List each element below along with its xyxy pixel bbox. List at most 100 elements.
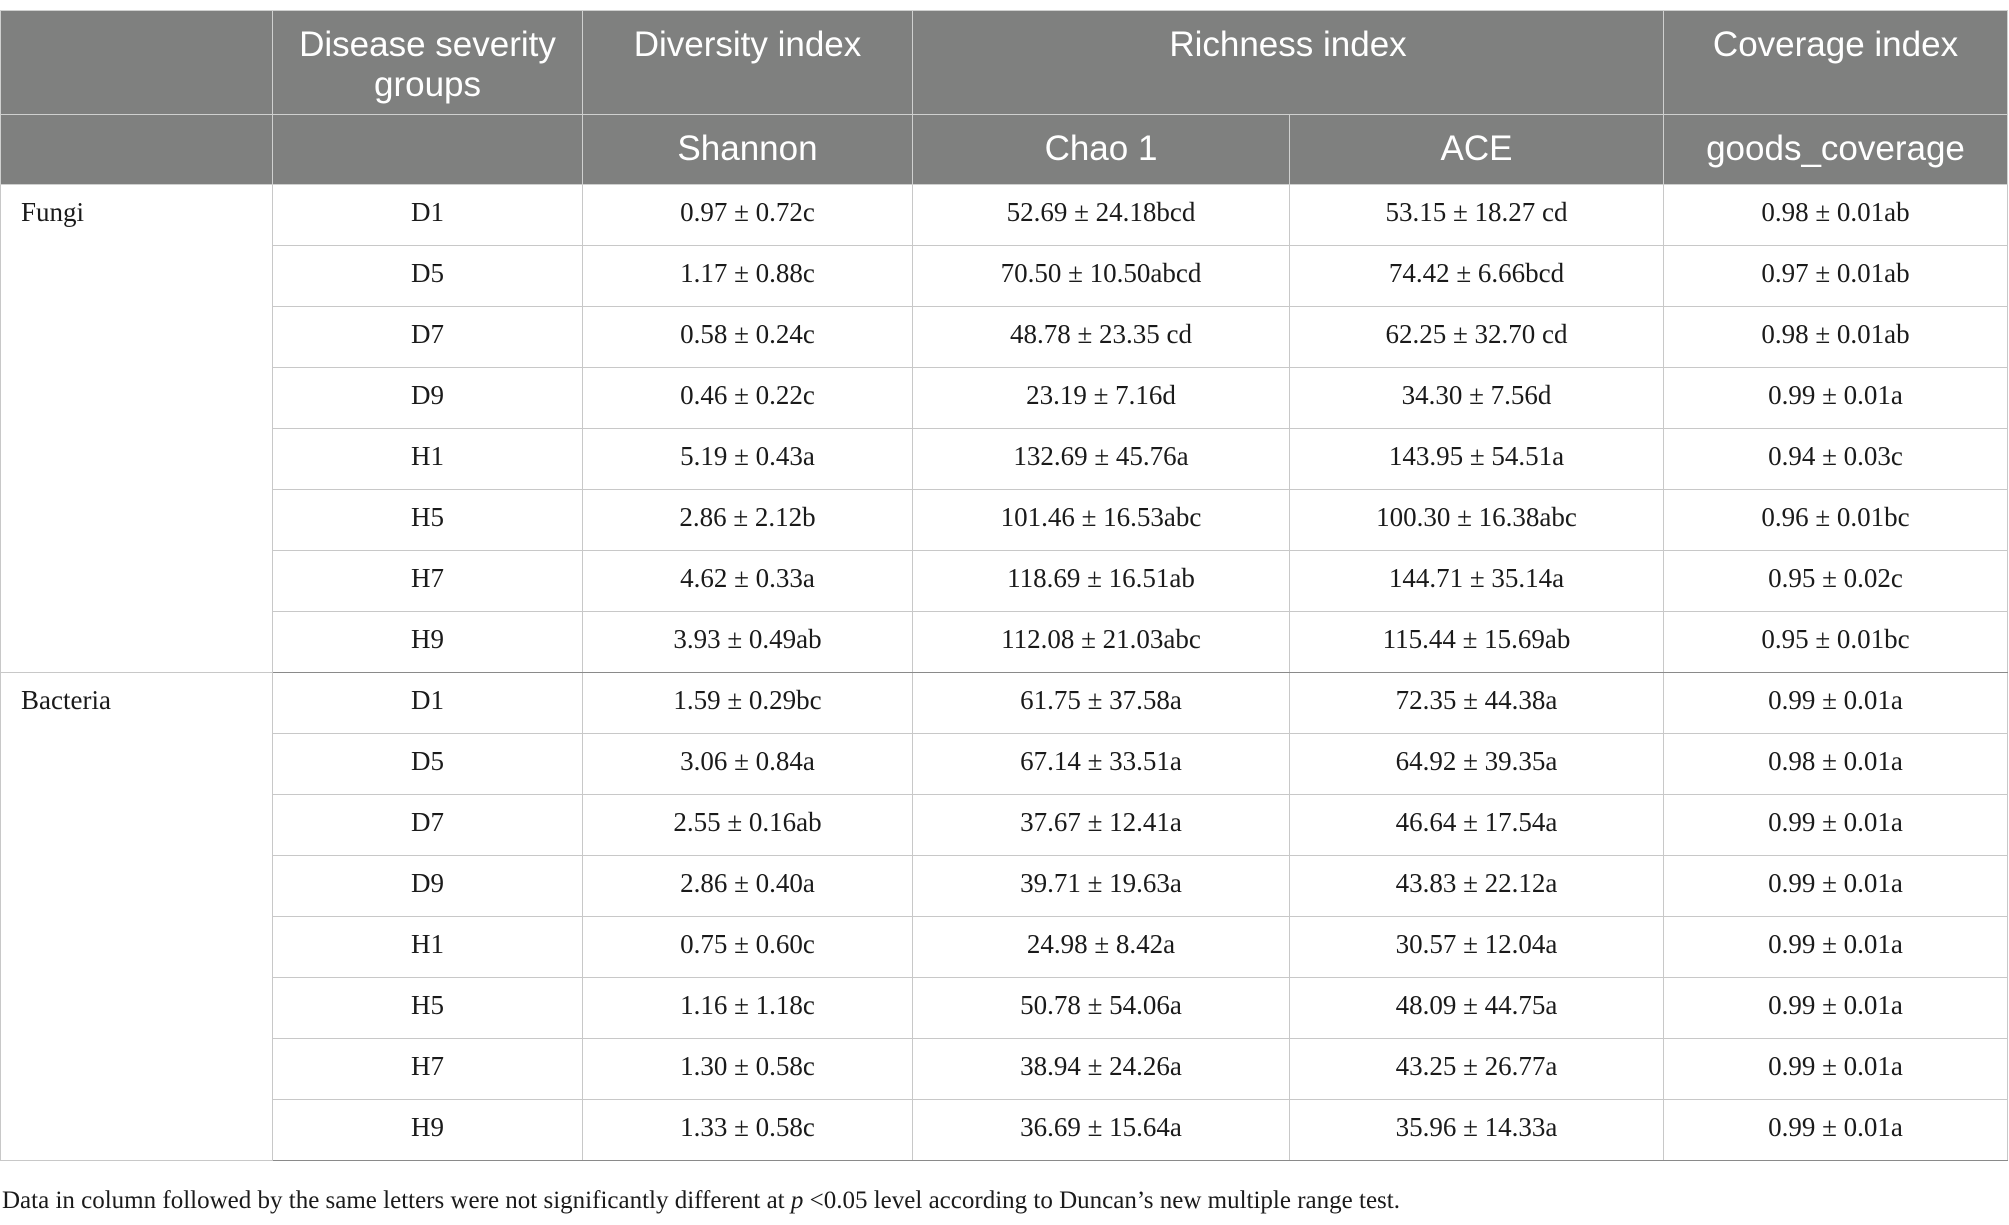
- diversity-table: Disease severity groups Diversity index …: [0, 10, 2008, 1161]
- ace-cell: 46.64 ± 17.54a: [1289, 794, 1664, 856]
- shannon-cell: 1.33 ± 0.58c: [582, 1099, 913, 1161]
- ace-cell: 53.15 ± 18.27 cd: [1289, 184, 1664, 246]
- goods-cell: 0.99 ± 0.01a: [1663, 672, 2008, 734]
- goods-cell: 0.99 ± 0.01a: [1663, 977, 2008, 1039]
- shannon-cell: 0.58 ± 0.24c: [582, 306, 913, 368]
- chao1-cell: 48.78 ± 23.35 cd: [912, 306, 1290, 368]
- ace-cell: 43.25 ± 26.77a: [1289, 1038, 1664, 1100]
- ace-cell: 43.83 ± 22.12a: [1289, 855, 1664, 917]
- shannon-cell: 2.86 ± 0.40a: [582, 855, 913, 917]
- subheader-goods-coverage: goods_coverage: [1663, 114, 2008, 185]
- shannon-cell: 2.55 ± 0.16ab: [582, 794, 913, 856]
- subheader-shannon: Shannon: [582, 114, 913, 185]
- table-row: D7 2.55 ± 0.16ab 37.67 ± 12.41a 46.64 ± 17.…: [1, 794, 2008, 856]
- goods-cell: 0.99 ± 0.01a: [1663, 1038, 2008, 1100]
- goods-cell: 0.99 ± 0.01a: [1663, 1099, 2008, 1161]
- chao1-cell: 101.46 ± 16.53abc: [912, 489, 1290, 551]
- chao1-cell: 132.69 ± 45.76a: [912, 428, 1290, 490]
- goods-cell: 0.99 ± 0.01a: [1663, 916, 2008, 978]
- table-row: H5 1.16 ± 1.18c 50.78 ± 54.06a 48.09 ± 44.7…: [1, 977, 2008, 1039]
- ace-cell: 143.95 ± 54.51a: [1289, 428, 1664, 490]
- ace-cell: 72.35 ± 44.38a: [1289, 672, 1664, 734]
- table-footnote: Data in column followed by the same lett…: [2, 1187, 1400, 1215]
- group-cell: D7: [272, 306, 583, 368]
- shannon-cell: 0.75 ± 0.60c: [582, 916, 913, 978]
- table-row: Bacteria D1 1.59 ± 0.29bc 61.75 ± 37.58a 72.…: [0, 672, 2008, 1161]
- group-cell: H1: [272, 916, 583, 978]
- group-cell: H7: [272, 550, 583, 612]
- ace-cell: 48.09 ± 44.75a: [1289, 977, 1664, 1039]
- table-row: H1 0.75 ± 0.60c 24.98 ± 8.42a 30.57 ± 12.04…: [1, 916, 2008, 978]
- footnote-text-before: Data in column followed by the same lett…: [2, 1187, 791, 1214]
- footnote-text-after: <0.05 level according to Duncan’s new mu…: [803, 1187, 1400, 1214]
- chao1-cell: 67.14 ± 33.51a: [912, 733, 1290, 795]
- header-row-2: Shannon Chao 1 ACE goods_coverage: [0, 114, 2008, 185]
- ace-cell: 62.25 ± 32.70 cd: [1289, 306, 1664, 368]
- goods-cell: 0.96 ± 0.01bc: [1663, 489, 2008, 551]
- chao1-cell: 23.19 ± 7.16d: [912, 367, 1290, 429]
- table-row: D5 1.17 ± 0.88c 70.50 ± 10.50abcd 74.42 ± 6…: [1, 245, 2008, 307]
- ace-cell: 115.44 ± 15.69ab: [1289, 611, 1664, 673]
- goods-cell: 0.99 ± 0.01a: [1663, 367, 2008, 429]
- header-richness: Richness index: [912, 10, 1664, 115]
- shannon-cell: 3.06 ± 0.84a: [582, 733, 913, 795]
- group-cell: H9: [272, 611, 583, 673]
- shannon-cell: 0.97 ± 0.72c: [582, 184, 913, 246]
- chao1-cell: 36.69 ± 15.64a: [912, 1099, 1290, 1161]
- goods-cell: 0.95 ± 0.01bc: [1663, 611, 2008, 673]
- chao1-cell: 70.50 ± 10.50abcd: [912, 245, 1290, 307]
- category-cell: Fungi: [0, 184, 273, 673]
- header-coverage: Coverage index: [1663, 10, 2008, 115]
- table-row: H7 1.30 ± 0.58c 38.94 ± 24.26a 43.25 ± 26.7…: [1, 1038, 2008, 1100]
- table-row: D9 2.86 ± 0.40a 39.71 ± 19.63a 43.83 ± 22.1…: [1, 855, 2008, 917]
- group-cell: H9: [272, 1099, 583, 1161]
- shannon-cell: 4.62 ± 0.33a: [582, 550, 913, 612]
- goods-cell: 0.97 ± 0.01ab: [1663, 245, 2008, 307]
- table-row: H7 4.62 ± 0.33a 118.69 ± 16.51ab 144.71 ± 3…: [1, 550, 2008, 612]
- chao1-cell: 24.98 ± 8.42a: [912, 916, 1290, 978]
- shannon-cell: 1.17 ± 0.88c: [582, 245, 913, 307]
- subheader-ace: ACE: [1289, 114, 1664, 185]
- shannon-cell: 1.30 ± 0.58c: [582, 1038, 913, 1100]
- ace-cell: 35.96 ± 14.33a: [1289, 1099, 1664, 1161]
- group-cell: H7: [272, 1038, 583, 1100]
- goods-cell: 0.99 ± 0.01a: [1663, 794, 2008, 856]
- chao1-cell: 38.94 ± 24.26a: [912, 1038, 1290, 1100]
- group-cell: H1: [272, 428, 583, 490]
- table-row: H1 5.19 ± 0.43a 132.69 ± 45.76a 143.95 ± 54…: [1, 428, 2008, 490]
- table-row: D5 3.06 ± 0.84a 67.14 ± 33.51a 64.92 ± 39.3…: [1, 733, 2008, 795]
- goods-cell: 0.94 ± 0.03c: [1663, 428, 2008, 490]
- shannon-cell: 2.86 ± 2.12b: [582, 489, 913, 551]
- subheader-blank-groups: [272, 114, 583, 185]
- table-row: H5 2.86 ± 2.12b 101.46 ± 16.53abc 100.30 ± …: [1, 489, 2008, 551]
- table-row: Fungi D1 0.97 ± 0.72c 52.69 ± 24.18bcd 53.15…: [0, 184, 2008, 673]
- group-cell: D5: [272, 245, 583, 307]
- subheader-chao1: Chao 1: [912, 114, 1290, 185]
- ace-cell: 30.57 ± 12.04a: [1289, 916, 1664, 978]
- header-row-1: Disease severity groups Diversity index …: [0, 10, 2008, 115]
- group-cell: D7: [272, 794, 583, 856]
- table-body: Fungi D1 0.97 ± 0.72c 52.69 ± 24.18bcd 53.15…: [0, 184, 2008, 1161]
- goods-cell: 0.95 ± 0.02c: [1663, 550, 2008, 612]
- ace-cell: 144.71 ± 35.14a: [1289, 550, 1664, 612]
- group-cell: H5: [272, 489, 583, 551]
- shannon-cell: 3.93 ± 0.49ab: [582, 611, 913, 673]
- ace-cell: 34.30 ± 7.56d: [1289, 367, 1664, 429]
- group-cell: D1: [272, 184, 583, 246]
- chao1-cell: 61.75 ± 37.58a: [912, 672, 1290, 734]
- header-blank: [0, 10, 273, 115]
- category-cell: Bacteria: [0, 672, 273, 1161]
- table-row: D9 0.46 ± 0.22c 23.19 ± 7.16d 34.30 ± 7.56d…: [1, 367, 2008, 429]
- header-diversity: Diversity index: [582, 10, 913, 115]
- footnote-p-italic: p: [790, 1187, 804, 1214]
- goods-cell: 0.99 ± 0.01a: [1663, 855, 2008, 917]
- ace-cell: 64.92 ± 39.35a: [1289, 733, 1664, 795]
- chao1-cell: 112.08 ± 21.03abc: [912, 611, 1290, 673]
- group-cell: H5: [272, 977, 583, 1039]
- goods-cell: 0.98 ± 0.01ab: [1663, 306, 2008, 368]
- group-cell: D9: [272, 855, 583, 917]
- group-cell: D1: [272, 672, 583, 734]
- shannon-cell: 1.16 ± 1.18c: [582, 977, 913, 1039]
- group-cell: D9: [272, 367, 583, 429]
- subheader-blank: [0, 114, 273, 185]
